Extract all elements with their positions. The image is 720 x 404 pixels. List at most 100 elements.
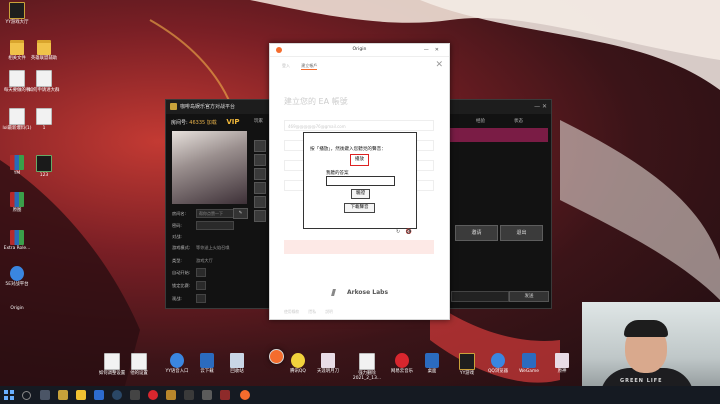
row-label-type: 类型: (172, 258, 182, 263)
desktop-icon-123[interactable]: 123 (27, 155, 61, 178)
player-slot[interactable] (254, 154, 266, 166)
document-icon (359, 353, 375, 370)
document-icon (36, 70, 52, 87)
selected-player-row[interactable] (448, 128, 548, 142)
document-icon (9, 108, 25, 125)
desktop-icon-tianya[interactable]: 天涯明月刀 (311, 353, 345, 374)
shirt-text: GREEN LIFE (620, 378, 663, 384)
genshin-icon (555, 353, 569, 368)
taskbar-taskview-icon[interactable] (40, 390, 50, 400)
footer-terms-link[interactable]: 使用條款 (284, 309, 299, 314)
desktop-icon-1[interactable]: 1 (27, 108, 61, 131)
desktop-icon-desk[interactable]: 桌面 (415, 353, 449, 374)
player-slot[interactable] (254, 140, 266, 152)
desktop-icon-his-settings[interactable]: 他的设置 (122, 353, 156, 376)
player-slot[interactable] (254, 182, 266, 194)
desktop-icon-genshin[interactable]: 原神 (545, 353, 579, 374)
desktop-icon-extra[interactable]: Extra Role... (0, 230, 34, 251)
platform-title: 咖啡岛娱乐官方对战平台 (180, 104, 236, 110)
dialog-close-icon[interactable]: ✕ (435, 60, 443, 70)
password-field[interactable] (196, 221, 234, 230)
taskbar-app-icon[interactable] (94, 390, 104, 400)
desktop-icon-qq-browser[interactable]: QQ浏览器 (481, 353, 515, 374)
footer-privacy-link[interactable]: 隱私 (308, 309, 316, 314)
taskbar-app-icon[interactable] (58, 390, 68, 400)
taskbar-steam-icon[interactable] (112, 390, 122, 400)
email-field[interactable]: 469@@@@@76@gmail.com (284, 120, 434, 131)
footer-help-link[interactable]: 說明 (325, 309, 333, 314)
taskbar-app-icon[interactable] (130, 390, 140, 400)
download-audio-button[interactable]: 下載聲音 (344, 203, 375, 213)
mode-value: 等你送上火焰召唤 (196, 245, 230, 250)
document-icon (131, 353, 147, 370)
desktop-icon-5e[interactable]: 5E对战平台 (0, 266, 34, 287)
tab-login[interactable]: 登入 (282, 63, 290, 68)
room-info: 房间号: 46335 加载 VIP (171, 118, 240, 126)
row-label-spectate: 观战: (172, 296, 182, 301)
lock-checkbox[interactable] (196, 281, 206, 290)
next-button[interactable] (284, 240, 434, 254)
column-status: 状态 (514, 119, 523, 124)
taskbar-app-icon[interactable] (220, 390, 230, 400)
taskbar-app-icon[interactable] (202, 390, 212, 400)
desktop-icon-yy-voice[interactable]: YY语音入口 (160, 353, 194, 374)
taskbar-app-icon[interactable] (76, 390, 86, 400)
taskbar-music-icon[interactable] (148, 390, 158, 400)
archive-icon (10, 192, 24, 207)
answer-input[interactable] (326, 176, 395, 186)
desktop-icon-group[interactable]: 如何申请进大群 (27, 70, 61, 93)
room-name-field[interactable]: 帮你点赞一下 (196, 209, 234, 218)
terminal-icon (36, 155, 52, 172)
verify-button[interactable]: 驗證 (351, 189, 370, 199)
tab-create-account[interactable]: 建立帳戶 (301, 63, 318, 70)
origin-tabs: 登入 建立帳戶 (282, 63, 327, 70)
desktop-icon-origin[interactable]: Origin (0, 306, 284, 364)
folder-icon (37, 40, 51, 55)
cloud-download-icon (200, 353, 214, 368)
audio-off-icon[interactable]: 🔇 (406, 229, 412, 235)
person-hair (624, 320, 668, 337)
origin-window-controls[interactable]: —✕ (424, 44, 445, 56)
archive-icon (10, 230, 24, 245)
taskbar-app-icon[interactable] (166, 390, 176, 400)
play-audio-button[interactable]: 播放 (350, 154, 369, 166)
room-suffix: 加载 (206, 120, 217, 126)
chat-input[interactable] (451, 291, 509, 302)
yy-game-icon (459, 353, 475, 370)
origin-footer: 使用條款 隱私 說明 (284, 309, 341, 315)
taskbar-search-icon[interactable] (22, 391, 31, 400)
player-slot[interactable] (254, 196, 266, 208)
refresh-icon[interactable]: ↻ (396, 229, 400, 235)
desktop-icon-wegame[interactable]: WeGame (512, 353, 546, 374)
browser-icon (491, 353, 505, 368)
desktop-icon-assist[interactable]: 英雄联盟辅助 (27, 40, 61, 61)
vip-badge: VIP (226, 118, 240, 126)
send-button[interactable]: 发送 (509, 291, 549, 302)
edit-room-button[interactable]: ✎ (233, 208, 248, 219)
player-slot[interactable] (254, 168, 266, 180)
desktop-icon-delete[interactable]: 强力删除2021_2_13... (350, 353, 384, 381)
desktop-icon-music[interactable]: 网易云音乐 (385, 353, 419, 374)
arkose-branding: Arkose Labs (331, 289, 388, 296)
desktop-icon-cloud[interactable]: 云下载 (190, 353, 224, 374)
captcha-prompt: 按「播放」，然後鍵入您聽見的聲音： (310, 147, 386, 152)
row-label-room-name: 房间名: (172, 211, 186, 216)
taskbar-app-icon[interactable] (184, 390, 194, 400)
windows-start-icon[interactable] (4, 390, 14, 400)
yy-icon (9, 2, 25, 19)
autostart-checkbox[interactable] (196, 268, 206, 277)
desktop-icon-original[interactable]: 原图 (0, 192, 34, 213)
desktop-icon-recycle[interactable]: 回收站 (220, 353, 254, 374)
row-label-autostart: 自动开始: (172, 270, 191, 275)
column-exp: 经验 (476, 119, 485, 124)
platform-window-controls[interactable]: — ✕ (534, 100, 547, 114)
desktop-icon-yy[interactable]: YY游戏大厅 (0, 2, 34, 25)
desktop-icon-yy-game[interactable]: YY游戏 (450, 353, 484, 376)
taskbar-origin-icon[interactable] (240, 390, 250, 400)
desktop-icon-qq[interactable]: 腾讯QQ (281, 353, 315, 374)
spectate-checkbox[interactable] (196, 294, 206, 303)
exit-button[interactable]: 退出 (500, 225, 543, 241)
profile-image (172, 131, 247, 204)
invite-button[interactable]: 邀请 (455, 225, 498, 241)
player-slot[interactable] (254, 210, 266, 222)
